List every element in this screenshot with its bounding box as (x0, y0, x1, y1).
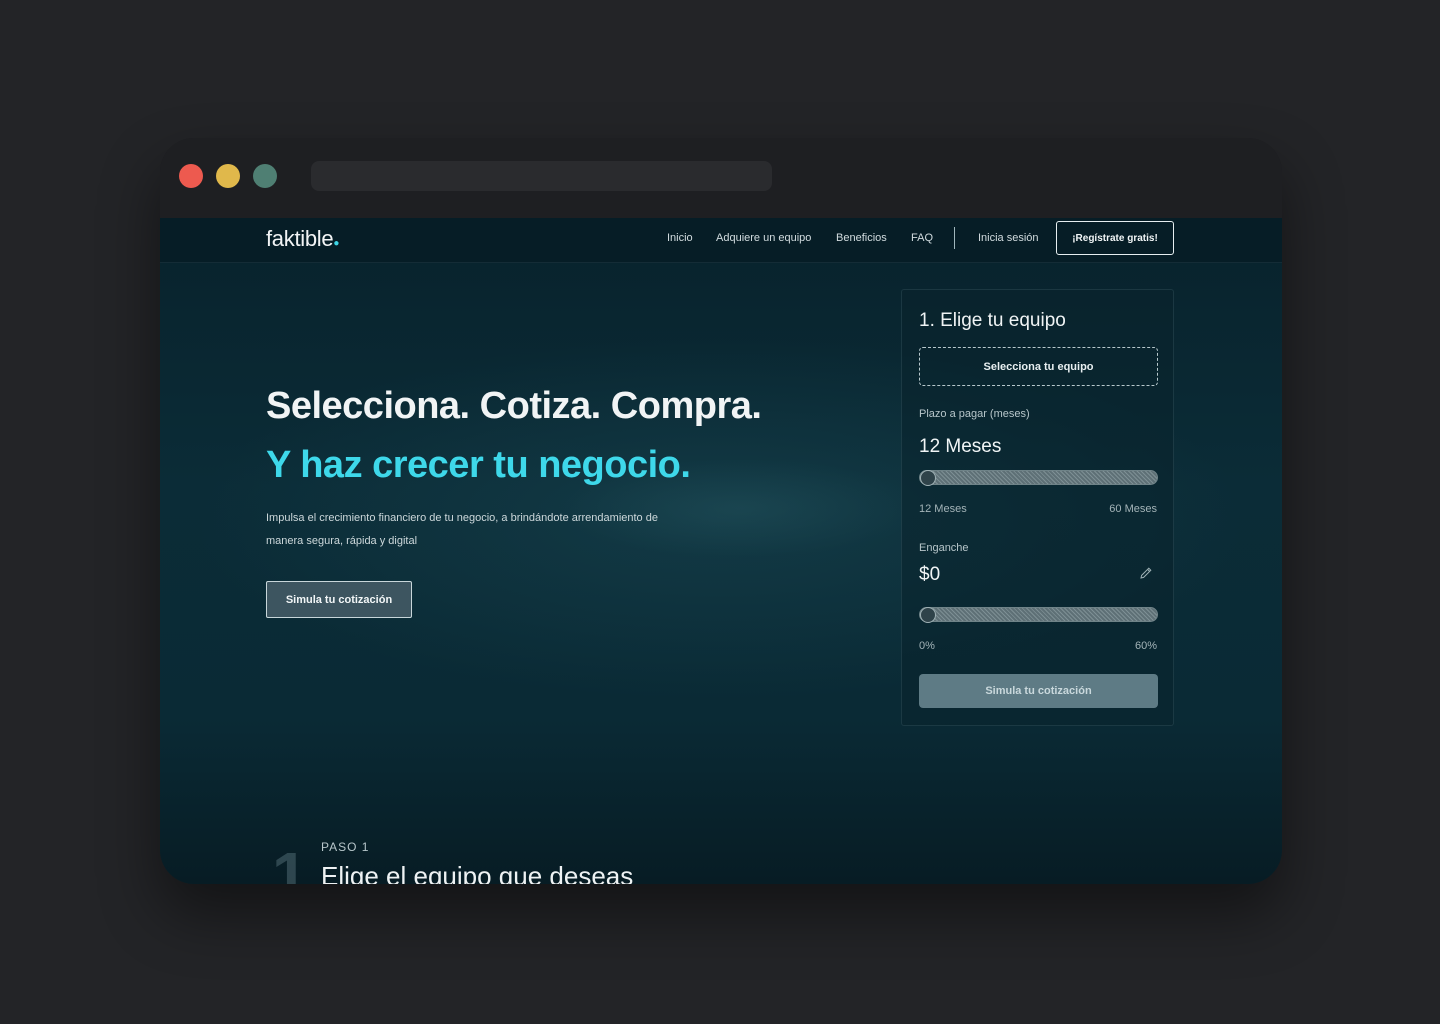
minimize-window-button[interactable] (216, 164, 240, 188)
down-payment-label: Enganche (919, 542, 969, 554)
nav-divider (954, 227, 955, 249)
term-slider[interactable] (919, 470, 1158, 486)
down-payment-slider[interactable] (919, 607, 1158, 623)
hero-title: Selecciona. Cotiza. Compra. (266, 385, 762, 427)
term-max-label: 60 Meses (1109, 503, 1157, 515)
login-link[interactable]: Inicia sesión (978, 232, 1039, 244)
faktible-logo[interactable]: faktible● (266, 226, 339, 252)
simulate-quote-hero-button[interactable]: Simula tu cotización (266, 581, 412, 618)
register-button[interactable]: ¡Regístrate gratis! (1056, 221, 1174, 255)
down-payment-max-label: 60% (1134, 640, 1157, 652)
hero-subtitle: Y haz crecer tu negocio. (266, 444, 691, 486)
term-slider-thumb[interactable] (920, 470, 936, 486)
down-payment-value: $0 (919, 564, 941, 585)
down-payment-min-label: 0% (919, 640, 935, 652)
simulate-quote-card-button[interactable]: Simula tu cotización (919, 674, 1158, 708)
browser-titlebar (160, 138, 1282, 218)
nav-link-faq[interactable]: FAQ (911, 232, 933, 244)
nav-link-adquiere-equipo[interactable]: Adquiere un equipo (716, 232, 811, 244)
down-payment-slider-thumb[interactable] (920, 607, 936, 623)
term-min-label: 12 Meses (919, 503, 967, 515)
nav-link-inicio[interactable]: Inicio (667, 232, 693, 244)
browser-window: faktible● Inicio Adquiere un equipo Bene… (160, 138, 1282, 884)
nav-link-beneficios[interactable]: Beneficios (836, 232, 887, 244)
address-bar[interactable] (311, 161, 772, 191)
website: faktible● Inicio Adquiere un equipo Bene… (160, 218, 1282, 884)
maximize-window-button[interactable] (253, 164, 277, 188)
step-label: PASO 1 (321, 840, 370, 854)
card-title: 1. Elige tu equipo (919, 310, 1066, 331)
close-window-button[interactable] (179, 164, 203, 188)
logo-dot-icon: ● (333, 238, 340, 249)
equipment-select[interactable]: Selecciona tu equipo (919, 347, 1158, 386)
hero-description: Impulsa el crecimiento financiero de tu … (266, 512, 658, 547)
edit-pencil-icon[interactable] (1138, 565, 1154, 581)
step-title: Elige el equipo que deseas (321, 861, 634, 884)
quote-simulator-card: 1. Elige tu equipo Selecciona tu equipo … (901, 289, 1174, 726)
logo-text: faktible (266, 226, 334, 251)
term-value: 12 Meses (919, 436, 1002, 457)
step-number: 1 (272, 839, 308, 884)
top-navigation: faktible● Inicio Adquiere un equipo Bene… (160, 218, 1282, 263)
term-label: Plazo a pagar (meses) (919, 408, 1030, 420)
